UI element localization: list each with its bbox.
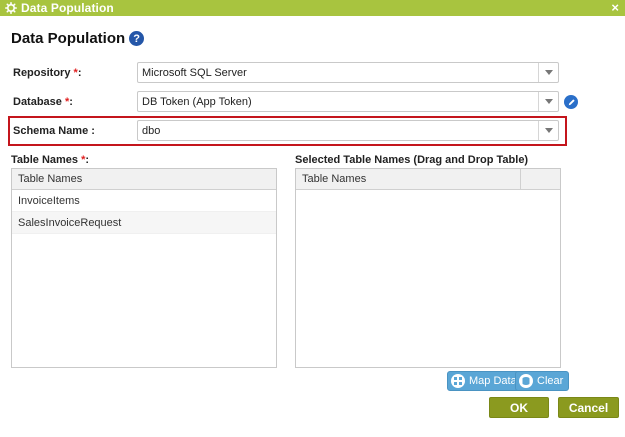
database-label: Database *: bbox=[13, 96, 73, 108]
selected-table-names-label: Selected Table Names (Drag and Drop Tabl… bbox=[295, 154, 529, 166]
list-item[interactable]: InvoiceItems bbox=[12, 190, 276, 212]
close-icon[interactable]: × bbox=[611, 1, 619, 15]
clear-label: Clear bbox=[537, 375, 564, 387]
map-data-label: Map Data bbox=[469, 375, 517, 387]
selected-table-names-header: Table Names bbox=[296, 169, 560, 190]
page-title: Data Population bbox=[11, 30, 126, 47]
repository-value: Microsoft SQL Server bbox=[142, 66, 247, 79]
repository-select[interactable]: Microsoft SQL Server bbox=[137, 62, 559, 83]
clear-icon bbox=[519, 374, 533, 388]
page-heading: Data Population ? bbox=[11, 30, 145, 47]
cancel-button[interactable]: Cancel bbox=[558, 397, 619, 418]
table-names-label: Table Names *: bbox=[11, 154, 90, 166]
column-header-extra bbox=[520, 169, 560, 189]
map-data-button[interactable]: Map Data bbox=[447, 371, 523, 391]
schema-name-select[interactable]: dbo bbox=[137, 120, 559, 141]
database-select[interactable]: DB Token (App Token) bbox=[137, 91, 559, 112]
column-header: Table Names bbox=[18, 173, 83, 185]
table-names-list[interactable]: Table Names InvoiceItems SalesInvoiceReq… bbox=[11, 168, 277, 368]
repository-label: Repository *: bbox=[13, 67, 82, 79]
chevron-down-icon[interactable] bbox=[538, 121, 558, 140]
window-title-bar: Data Population × bbox=[0, 0, 625, 16]
ok-button[interactable]: OK bbox=[489, 397, 549, 418]
schema-name-value: dbo bbox=[142, 124, 161, 137]
pencil-icon[interactable] bbox=[564, 95, 578, 109]
clear-button[interactable]: Clear bbox=[515, 371, 570, 391]
chevron-down-icon[interactable] bbox=[538, 92, 558, 111]
table-names-header: Table Names bbox=[12, 169, 276, 190]
list-item[interactable]: SalesInvoiceRequest bbox=[12, 212, 276, 234]
chevron-down-icon[interactable] bbox=[538, 63, 558, 82]
window-title: Data Population bbox=[21, 1, 114, 15]
help-icon[interactable]: ? bbox=[129, 31, 145, 46]
selected-table-names-dropzone[interactable]: Table Names bbox=[295, 168, 561, 368]
column-header: Table Names bbox=[302, 173, 367, 185]
schema-name-label: Schema Name : bbox=[13, 125, 95, 137]
map-data-icon bbox=[451, 374, 465, 388]
gear-icon bbox=[5, 2, 17, 14]
database-value: DB Token (App Token) bbox=[142, 95, 252, 108]
